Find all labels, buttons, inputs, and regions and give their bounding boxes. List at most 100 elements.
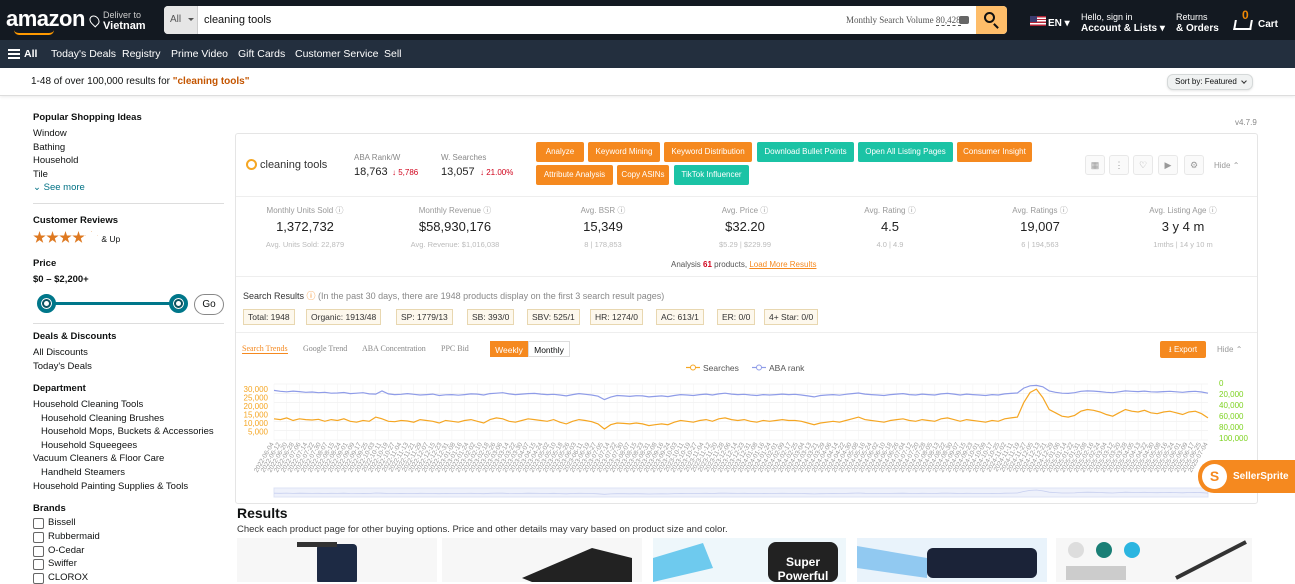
nav-customer-service[interactable]: Customer Service — [295, 48, 378, 60]
export-button[interactable]: ⭳ Export — [1160, 341, 1206, 358]
search-trends-chart[interactable]: 30,00025,00020,00015,00010,0005,0002022-… — [240, 380, 1225, 500]
keyword-distribution-button[interactable]: Keyword Distribution — [664, 142, 752, 162]
metric-sub: 4.0 | 4.9 — [876, 240, 904, 249]
star-rating-filter[interactable]: & Up — [33, 231, 120, 247]
result-chip[interactable]: HR: 1274/0 — [590, 309, 643, 325]
heart-icon[interactable]: ♡ — [1133, 155, 1153, 175]
popular-item[interactable]: Household — [33, 155, 78, 166]
search-category-select[interactable]: All — [164, 6, 198, 34]
sellersprite-badge[interactable]: S SellerSprite — [1198, 460, 1295, 493]
us-flag-icon[interactable] — [1030, 16, 1046, 26]
nav-sell[interactable]: Sell — [384, 48, 402, 60]
tab-aba-concentration[interactable]: ABA Concentration — [362, 344, 426, 353]
product-card[interactable] — [237, 538, 437, 582]
hide-chart-toggle[interactable]: Hide ⌃ — [1217, 345, 1242, 354]
deliver-to-label: Deliver to — [103, 10, 142, 20]
brand-checkbox[interactable] — [33, 531, 44, 543]
result-chip[interactable]: 4+ Star: 0/0 — [764, 309, 819, 325]
department-item[interactable]: Household Mops, Buckets & Accessories — [41, 426, 214, 437]
sort-dropdown[interactable]: Sort by: Featured — [1167, 74, 1253, 90]
language-selector[interactable]: EN ▾ — [1048, 18, 1070, 29]
open-all-listing-pages-button[interactable]: Open All Listing Pages — [858, 142, 953, 162]
attribute-analysis-button[interactable]: Attribute Analysis — [536, 165, 613, 185]
department-item[interactable]: Household Squeegees — [41, 440, 137, 451]
department-item[interactable]: Handheld Steamers — [41, 467, 125, 478]
account-lists[interactable]: Hello, sign in Account & Lists ▾ — [1081, 12, 1165, 34]
right-axis-tick: 40,000 — [1219, 401, 1244, 410]
deliver-to[interactable]: Deliver to Vietnam — [87, 10, 160, 32]
hamburger-menu-icon[interactable] — [8, 49, 20, 59]
hide-panel-toggle[interactable]: Hide ⌃ — [1214, 161, 1239, 170]
keyword-mining-button[interactable]: Keyword Mining — [588, 142, 660, 162]
result-chip[interactable]: Total: 1948 — [243, 309, 295, 325]
brand-label[interactable]: Swiffer — [48, 558, 77, 569]
camera-icon[interactable] — [959, 16, 969, 24]
product-card[interactable] — [857, 538, 1047, 582]
download-bullet-points-button[interactable]: Download Bullet Points — [757, 142, 854, 162]
result-chip[interactable]: Organic: 1913/48 — [306, 309, 382, 325]
video-icon[interactable]: ▶ — [1158, 155, 1178, 175]
brand-label[interactable]: Bissell — [48, 517, 75, 528]
load-more-link[interactable]: Load More Results — [749, 260, 816, 269]
search-button[interactable] — [976, 6, 1007, 34]
amazon-logo[interactable]: amazon — [6, 6, 85, 32]
brand-checkbox[interactable] — [33, 545, 44, 557]
consumer-insight-button[interactable]: Consumer Insight — [957, 142, 1032, 162]
result-chip[interactable]: SP: 1779/13 — [396, 309, 453, 325]
legend-aba-rank[interactable]: ABA rank — [752, 363, 804, 373]
nav-todays-deals[interactable]: Today's Deals — [51, 48, 116, 60]
popular-item[interactable]: Tile — [33, 169, 48, 180]
see-more-link[interactable]: ⌄ See more — [33, 182, 85, 193]
product-card[interactable] — [1056, 538, 1252, 582]
search-input[interactable] — [204, 6, 824, 34]
legend-searches[interactable]: Searches — [686, 363, 739, 373]
brand-checkbox[interactable] — [33, 573, 44, 584]
deals-item[interactable]: Today's Deals — [33, 361, 92, 372]
price-go-button[interactable]: Go — [194, 294, 224, 315]
deals-item[interactable]: All Discounts — [33, 347, 88, 358]
tab-google-trend[interactable]: Google Trend — [303, 344, 347, 353]
product-card[interactable] — [442, 538, 642, 582]
popular-item[interactable]: Bathing — [33, 142, 65, 153]
result-chip[interactable]: SB: 393/0 — [467, 309, 515, 325]
popular-item[interactable]: Window — [33, 128, 67, 139]
nav-prime-video[interactable]: Prime Video — [171, 48, 228, 60]
results-heading: Results — [237, 505, 288, 521]
product-card[interactable]: Super Powerful — [653, 538, 846, 582]
settings-icon[interactable]: ⚙ — [1184, 155, 1204, 175]
tiktok-influencer-button[interactable]: TikTok Influencer — [674, 165, 749, 185]
returns-orders[interactable]: Returns & Orders — [1176, 12, 1219, 34]
result-chip[interactable]: SBV: 525/1 — [527, 309, 580, 325]
cart[interactable]: 0 Cart — [1232, 8, 1282, 34]
nav-gift-cards[interactable]: Gift Cards — [238, 48, 285, 60]
result-chip[interactable]: AC: 613/1 — [656, 309, 704, 325]
brand-label[interactable]: Rubbermaid — [48, 531, 100, 542]
search-results-label: Search Results — [243, 291, 305, 301]
brand-checkbox[interactable] — [33, 559, 44, 571]
monthly-volume-value[interactable]: 80,428 — [935, 15, 961, 26]
nav-registry[interactable]: Registry — [122, 48, 161, 60]
tab-search-trends[interactable]: Search Trends — [242, 344, 288, 354]
copy-asins-button[interactable]: Copy ASINs — [617, 165, 669, 185]
nav-all[interactable]: All — [24, 48, 37, 60]
period-weekly[interactable]: Weekly — [490, 341, 528, 357]
metric-sub: 6 | 194,563 — [1021, 240, 1059, 249]
brand-label[interactable]: O-Cedar — [48, 545, 84, 556]
department-item[interactable]: Household Cleaning Tools — [33, 399, 143, 410]
period-monthly[interactable]: Monthly — [528, 341, 570, 357]
search-bar: All Monthly Search Volume 80,428 — [164, 6, 1007, 34]
analyze-button[interactable]: Analyze — [536, 142, 584, 162]
brand-checkbox[interactable] — [33, 518, 44, 529]
tab-ppc-bid[interactable]: PPC Bid — [441, 344, 469, 353]
price-slider-max-handle[interactable] — [169, 294, 188, 313]
sidebar-divider — [33, 323, 224, 324]
help-icon[interactable]: ⓘ — [304, 291, 318, 301]
price-slider-track[interactable] — [45, 302, 179, 305]
result-chip[interactable]: ER: 0/0 — [717, 309, 756, 325]
more-icon[interactable]: ⋮ — [1109, 155, 1129, 175]
price-slider-min-handle[interactable] — [37, 294, 56, 313]
department-item[interactable]: Household Cleaning Brushes — [41, 413, 164, 424]
department-item[interactable]: Household Painting Supplies & Tools — [33, 481, 188, 492]
department-item[interactable]: Vacuum Cleaners & Floor Care — [33, 453, 164, 464]
grid-icon[interactable]: ▦ — [1085, 155, 1105, 175]
